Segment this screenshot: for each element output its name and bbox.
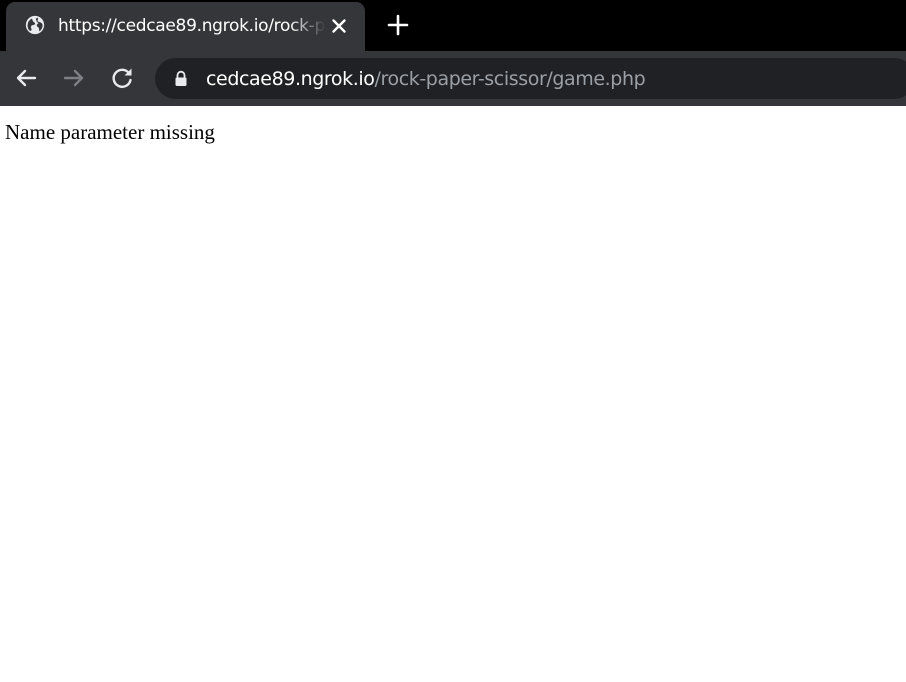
close-tab-icon[interactable]	[329, 16, 349, 36]
lock-icon[interactable]	[173, 70, 189, 87]
address-bar[interactable]: cedcae89.ngrok.io/rock-paper-scissor/gam…	[155, 58, 906, 99]
url-path: /rock-paper-scissor/game.php	[374, 68, 646, 90]
back-arrow-icon[interactable]	[11, 63, 41, 93]
error-message: Name parameter missing	[5, 120, 215, 144]
globe-icon	[25, 15, 45, 35]
active-tab[interactable]: https://cedcae89.ngrok.io/rock-paper-sci…	[6, 2, 365, 51]
browser-toolbar: cedcae89.ngrok.io/rock-paper-scissor/gam…	[0, 51, 906, 106]
tab-title: https://cedcae89.ngrok.io/rock-paper-sci…	[58, 16, 326, 36]
url-text[interactable]: cedcae89.ngrok.io/rock-paper-scissor/gam…	[206, 65, 646, 93]
page-content: Name parameter missing	[0, 106, 906, 682]
forward-arrow-icon[interactable]	[59, 63, 89, 93]
url-host: cedcae89.ngrok.io	[206, 68, 375, 90]
tab-strip: https://cedcae89.ngrok.io/rock-paper-sci…	[0, 0, 906, 51]
reload-icon[interactable]	[107, 63, 137, 93]
new-tab-plus-icon[interactable]	[384, 11, 412, 39]
